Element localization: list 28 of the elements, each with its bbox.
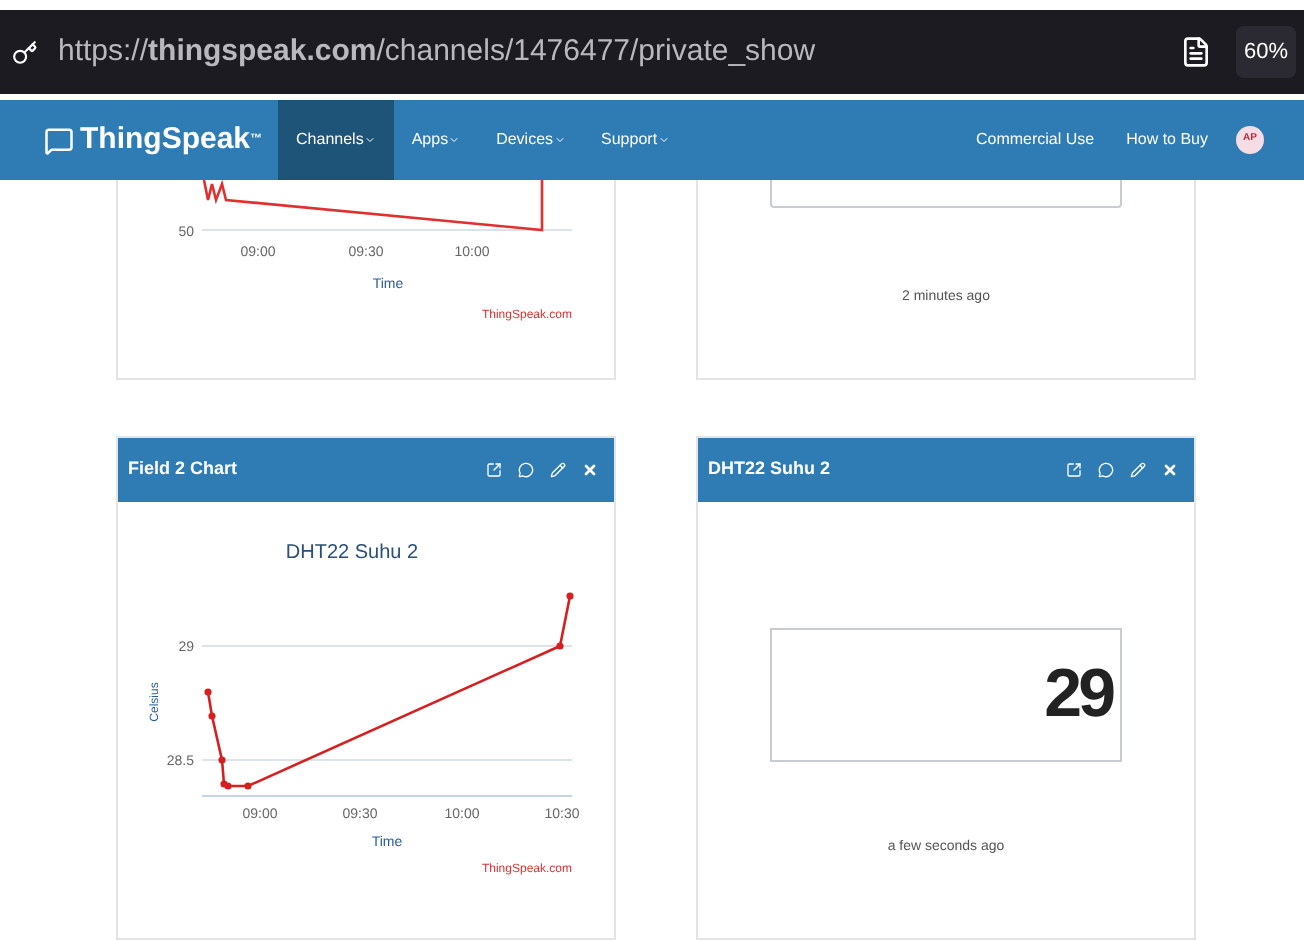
value-text: 29 — [1044, 654, 1112, 736]
zoom-level-button[interactable]: 60% — [1235, 25, 1296, 79]
external-link-icon[interactable] — [486, 462, 502, 478]
edit-icon[interactable] — [1130, 462, 1146, 478]
reader-view-icon[interactable] — [1179, 36, 1212, 68]
edit-icon[interactable] — [550, 462, 566, 478]
logo-text[interactable]: ThingSpeak$^{™}$ — [80, 117, 263, 163]
external-link-icon[interactable] — [1066, 462, 1082, 478]
caret-icon — [448, 134, 461, 146]
key-icon[interactable] — [12, 39, 38, 65]
nav-menu[interactable]: Channels — [278, 100, 394, 180]
comment-icon[interactable] — [1098, 462, 1114, 478]
chart-title: DHT22 Suhu 2 — [285, 542, 419, 564]
widget-title: DHT22 Suhu 2 — [708, 456, 833, 483]
nav-link[interactable]: How to Buy — [1110, 100, 1224, 180]
caret-icon — [657, 134, 670, 146]
close-icon[interactable] — [1162, 462, 1178, 478]
widget-title: Field 2 Chart — [128, 456, 240, 483]
nav-menu[interactable]: Devices — [478, 100, 584, 180]
logo-icon — [44, 125, 74, 155]
nav-link[interactable]: Commercial Use — [959, 100, 1111, 180]
close-icon[interactable] — [582, 462, 598, 478]
nav-menu[interactable]: Support — [583, 100, 688, 180]
url-field[interactable]: https://thingspeak.com/channels/1476477/private_show — [58, 29, 1180, 75]
nav-menu[interactable]: Apps — [393, 100, 479, 180]
comment-icon[interactable] — [518, 462, 534, 478]
caret-icon — [553, 134, 566, 146]
caret-icon — [363, 134, 376, 146]
